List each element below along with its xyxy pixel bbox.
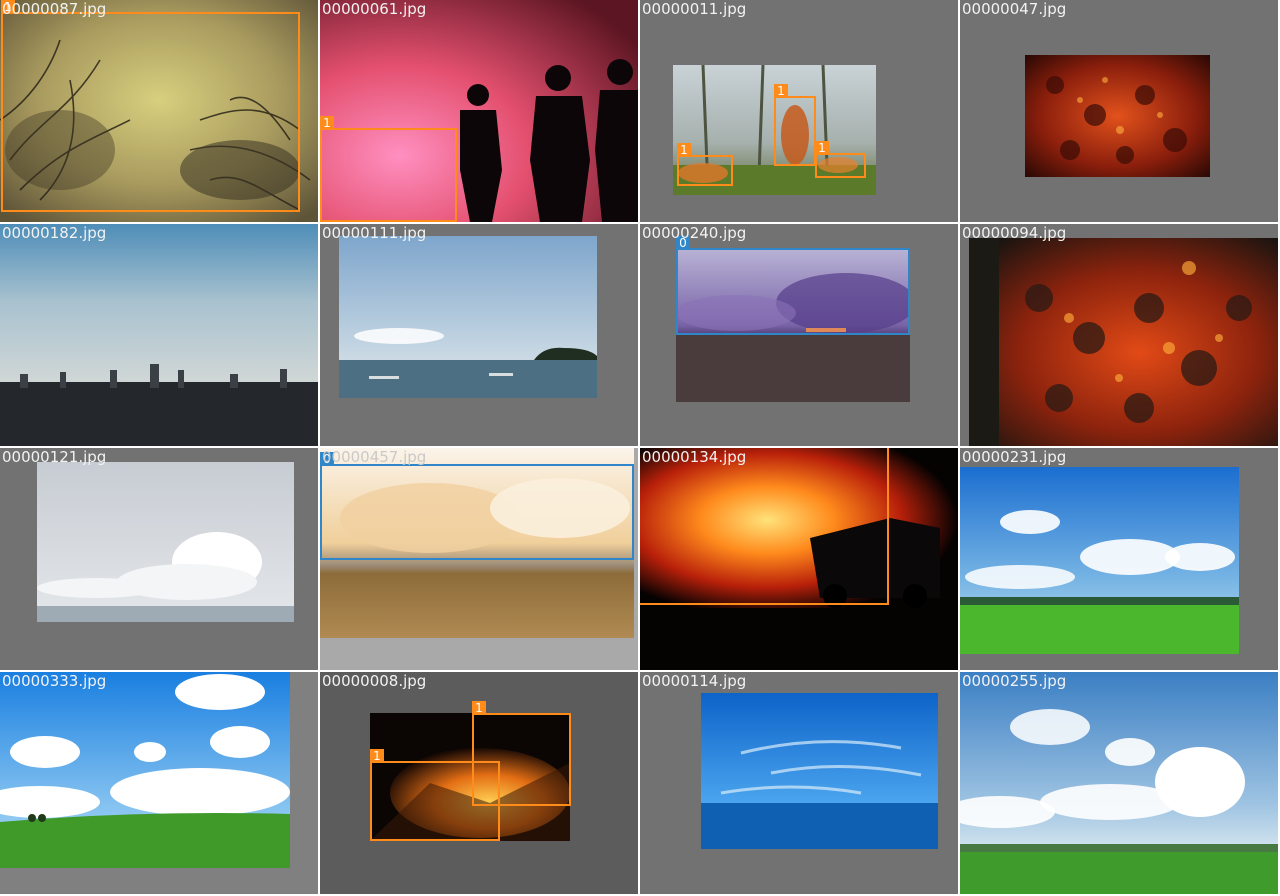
tile-image [0,224,318,446]
tile-image [0,672,290,868]
tile-image [37,462,294,622]
detection-box: 1 [677,143,733,186]
image-tile[interactable]: 00000231.jpg [960,448,1278,670]
detection-box: 1 [815,141,866,178]
detection-mosaic: 1 00000087.jpg 1 00000061.jpg 1 1 1 0000… [0,0,1280,896]
filename-label: 00000231.jpg [962,448,1067,466]
image-tile[interactable]: 1 1 00000008.jpg [320,672,638,894]
image-tile[interactable]: 00000094.jpg [960,224,1278,446]
image-tile[interactable]: 00000255.jpg [960,672,1278,894]
filename-label: 00000008.jpg [322,672,427,690]
image-tile[interactable]: 0 00000457.jpg [320,448,638,670]
image-tile[interactable]: 00000047.jpg [960,0,1278,222]
tile-image [339,236,597,398]
tile-image [1025,55,1210,177]
image-tile[interactable]: 00000333.jpg [0,672,318,894]
filename-label: 00000182.jpg [2,224,107,242]
filename-label: 00000121.jpg [2,448,107,466]
filename-label: 00000333.jpg [2,672,107,690]
detection-box: 1 [1,0,300,212]
filename-label: 00000061.jpg [322,0,427,18]
filename-label: 00000114.jpg [642,672,747,690]
filename-label: 00000255.jpg [962,672,1067,690]
image-tile[interactable]: 00000111.jpg [320,224,638,446]
image-tile[interactable]: 00000182.jpg [0,224,318,446]
tile-image [960,672,1278,894]
detection-box: 0 [676,236,910,335]
image-tile[interactable]: 00000114.jpg [640,672,958,894]
image-tile[interactable]: 1 00000087.jpg [0,0,318,222]
class-label: 1 [774,84,788,98]
class-label: 1 [815,141,829,155]
class-label: 1 [677,143,691,157]
filename-label: 00000047.jpg [962,0,1067,18]
image-tile[interactable]: 0 00000240.jpg [640,224,958,446]
image-tile[interactable]: 1 00000134.jpg [640,448,958,670]
detection-box: 0 [320,452,634,560]
filename-label: 00000134.jpg [642,448,747,466]
filename-label: 00000240.jpg [642,224,747,242]
filename-label: 00000087.jpg [2,0,107,18]
tile-image [960,467,1239,654]
image-tile[interactable]: 00000121.jpg [0,448,318,670]
detection-box: 1 [320,116,457,222]
detection-box: 1 [640,448,889,605]
detection-box: 1 [370,749,500,841]
filename-label: 00000094.jpg [962,224,1067,242]
class-label: 1 [472,701,486,715]
image-tile[interactable]: 1 1 1 00000011.jpg [640,0,958,222]
filename-label: 00000457.jpg [322,448,427,466]
filename-label: 00000111.jpg [322,224,427,242]
class-label: 1 [370,749,384,763]
detection-box: 1 [774,84,816,166]
class-label: 1 [320,116,334,130]
tile-image [701,693,938,849]
filename-label: 00000011.jpg [642,0,747,18]
tile-image [969,238,1278,446]
image-tile[interactable]: 1 00000061.jpg [320,0,638,222]
